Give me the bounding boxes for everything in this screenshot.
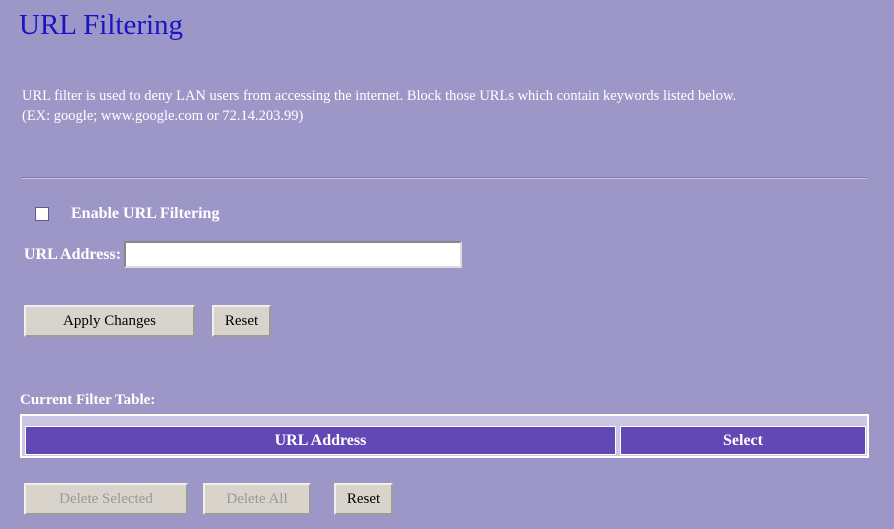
delete-all-button[interactable]: Delete All xyxy=(203,483,311,515)
enable-url-filtering-label: Enable URL Filtering xyxy=(71,205,220,222)
divider xyxy=(22,177,867,179)
description: URL filter is used to deny LAN users fro… xyxy=(22,86,852,126)
url-address-row: URL Address: xyxy=(24,241,463,268)
description-text: URL filter is used to deny LAN users fro… xyxy=(22,88,737,104)
enable-url-filtering-checkbox[interactable] xyxy=(35,207,49,221)
enable-url-filtering-row: Enable URL Filtering xyxy=(35,205,219,223)
current-filter-table-caption: Current Filter Table: xyxy=(20,392,156,408)
apply-changes-button[interactable]: Apply Changes xyxy=(24,305,195,337)
reset-button[interactable]: Reset xyxy=(212,305,271,337)
current-filter-table: URL Address Select xyxy=(20,414,869,458)
table-reset-button[interactable]: Reset xyxy=(334,483,393,515)
url-address-label: URL Address: xyxy=(24,245,122,263)
description-example: (EX: google; www.google.com or 72.14.203… xyxy=(22,108,304,124)
delete-selected-button[interactable]: Delete Selected xyxy=(24,483,188,515)
column-header-select: Select xyxy=(620,426,866,455)
url-address-input[interactable] xyxy=(124,241,463,268)
column-header-url-address: URL Address xyxy=(25,426,616,455)
page-title: URL Filtering xyxy=(19,9,184,41)
